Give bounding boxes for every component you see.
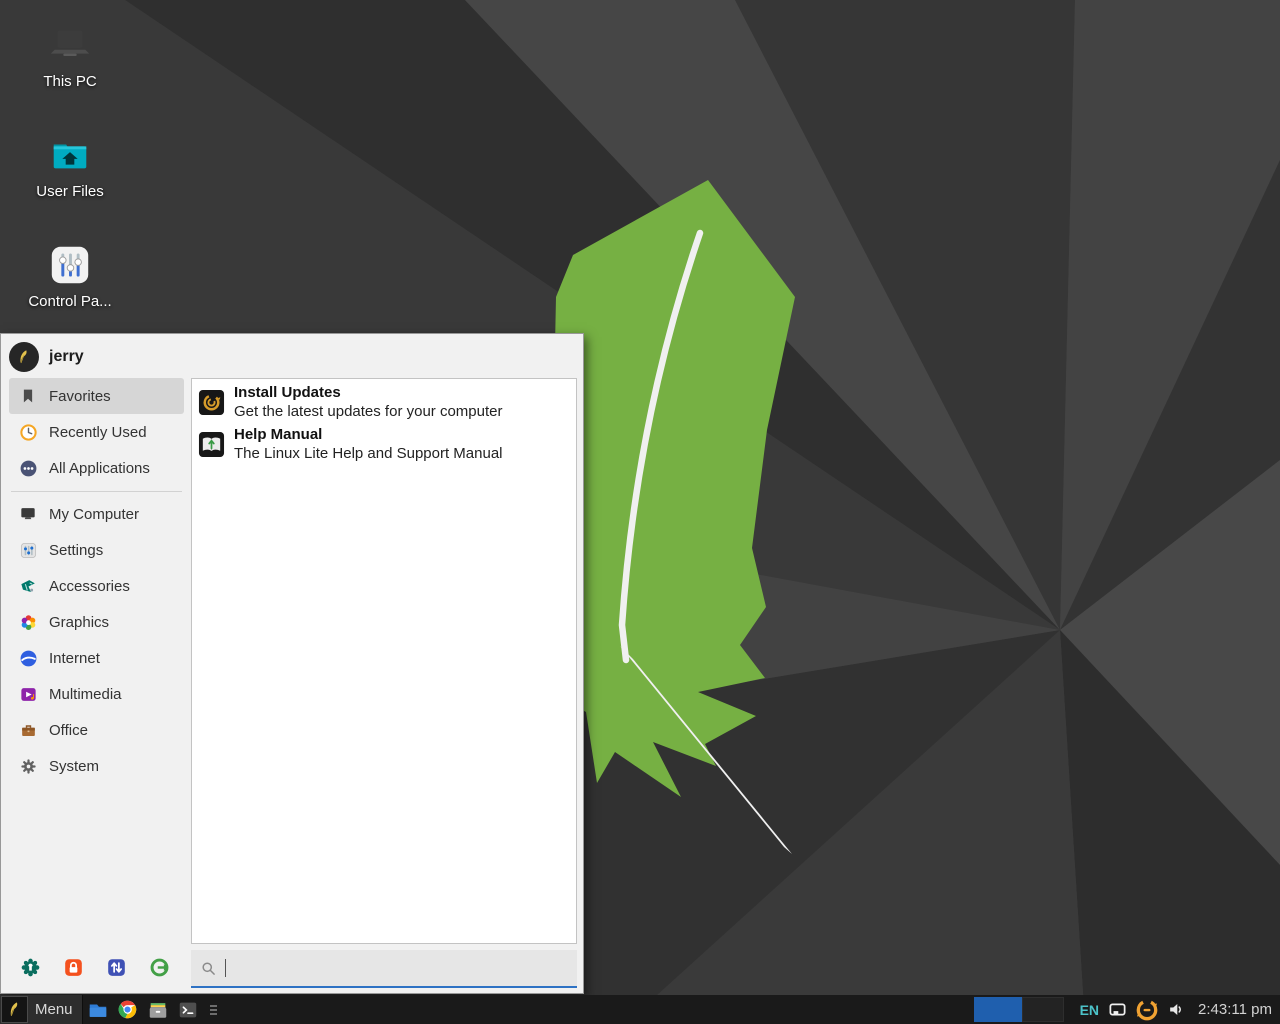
text-caret (225, 959, 226, 977)
sidebar-item-system[interactable]: System (9, 748, 184, 784)
menu-action-bar (11, 956, 179, 978)
lock-screen-button[interactable] (62, 956, 84, 978)
sidebar-item-label: All Applications (49, 460, 150, 477)
chrome-icon (117, 999, 138, 1020)
menu-header: jerry (9, 341, 84, 373)
favorites-icon (18, 386, 38, 406)
sidebar-item-internet[interactable]: Internet (9, 640, 184, 676)
my-computer-icon (18, 504, 38, 524)
search-icon (201, 961, 216, 976)
display-icon[interactable] (1108, 1000, 1127, 1019)
sidebar-item-label: Office (49, 722, 88, 739)
update-notifier-icon[interactable] (1136, 999, 1158, 1021)
username: jerry (49, 348, 84, 366)
sidebar-item-accessories[interactable]: Accessories (9, 568, 184, 604)
workspace-pager (974, 997, 1064, 1022)
sidebar-item-office[interactable]: Office (9, 712, 184, 748)
internet-icon (18, 648, 38, 668)
quit-icon (149, 957, 170, 978)
sidebar-item-label: Graphics (49, 614, 109, 631)
system-icon (18, 756, 38, 776)
sidebar-item-graphics[interactable]: Graphics (9, 604, 184, 640)
chrome-launcher[interactable] (115, 995, 141, 1024)
sidebar-item-my-computer[interactable]: My Computer (9, 496, 184, 532)
all-applications-icon (18, 458, 38, 478)
lock-screen-icon (63, 957, 84, 978)
file-manager-icon (87, 999, 109, 1021)
sidebar-item-label: Internet (49, 650, 100, 667)
system-tray: EN 2:43:11 pm (1080, 999, 1272, 1021)
graphics-icon (18, 612, 38, 632)
desktop-icon-label: User Files (22, 183, 118, 200)
settings-icon (18, 540, 38, 560)
help-manual-icon (198, 431, 225, 458)
sidebar-item-label: Accessories (49, 578, 130, 595)
sidebar-item-label: Favorites (49, 388, 111, 405)
taskbar: Menu (0, 995, 1280, 1024)
sidebar-separator (11, 491, 182, 492)
this-pc-icon (47, 22, 93, 68)
app-description: Get the latest updates for your computer (234, 402, 502, 421)
terminal-launcher[interactable] (175, 995, 201, 1024)
sidebar-item-label: Multimedia (49, 686, 122, 703)
archive-icon (147, 999, 169, 1021)
menu-button-label: Menu (35, 1001, 73, 1018)
desktop-icon-control-panel[interactable]: Control Pa... (22, 242, 118, 310)
terminal-icon (177, 999, 199, 1021)
desktop-icon-label: This PC (22, 73, 118, 90)
app-item-install-updates[interactable]: Install Updates Get the latest updates f… (198, 384, 570, 421)
app-item-help-manual[interactable]: Help Manual The Linux Lite Help and Supp… (198, 426, 570, 463)
install-updates-icon (198, 389, 225, 416)
user-avatar[interactable] (9, 342, 39, 372)
grip-icon[interactable] (207, 1005, 220, 1015)
settings-manager-button[interactable] (19, 956, 41, 978)
quit-button[interactable] (149, 956, 171, 978)
control-panel-icon (47, 242, 93, 288)
switch-user-button[interactable] (106, 956, 128, 978)
search-input[interactable] (235, 959, 567, 978)
menu-feather-box (1, 996, 28, 1023)
app-title: Help Manual (234, 426, 503, 444)
settings-manager-icon (20, 957, 41, 978)
recently-used-icon (18, 422, 38, 442)
sidebar-item-label: My Computer (49, 506, 139, 523)
desktop-icon-label: Control Pa... (22, 293, 118, 310)
sidebar-item-all-applications[interactable]: All Applications (9, 450, 184, 486)
desktop: This PC User Files Control Pa... (0, 0, 1280, 1024)
whisker-menu: jerry Favorites Recently Used (0, 333, 584, 994)
user-files-icon (47, 132, 93, 178)
workspace-active[interactable] (974, 997, 1022, 1022)
feather-icon (15, 348, 33, 366)
menu-results-panel: Install Updates Get the latest updates f… (191, 378, 577, 944)
app-description: The Linux Lite Help and Support Manual (234, 444, 503, 463)
language-indicator[interactable]: EN (1080, 1002, 1099, 1018)
sidebar-item-recently-used[interactable]: Recently Used (9, 414, 184, 450)
archive-launcher[interactable] (145, 995, 171, 1024)
office-icon (18, 720, 38, 740)
sidebar-item-multimedia[interactable]: Multimedia (9, 676, 184, 712)
menu-button[interactable]: Menu (0, 995, 83, 1024)
sidebar-item-label: System (49, 758, 99, 775)
clock[interactable]: 2:43:11 pm (1198, 1001, 1272, 1018)
search-bar[interactable] (191, 950, 577, 988)
sidebar-item-settings[interactable]: Settings (9, 532, 184, 568)
multimedia-icon (18, 684, 38, 704)
desktop-icon-this-pc[interactable]: This PC (22, 22, 118, 90)
menu-sidebar: Favorites Recently Used (9, 378, 184, 784)
feather-icon (5, 1000, 24, 1019)
workspace-inactive[interactable] (1022, 997, 1064, 1022)
accessories-icon (18, 576, 38, 596)
sidebar-item-label: Settings (49, 542, 103, 559)
volume-icon[interactable] (1167, 1000, 1186, 1019)
file-manager-launcher[interactable] (85, 995, 111, 1024)
app-title: Install Updates (234, 384, 502, 402)
sidebar-item-favorites[interactable]: Favorites (9, 378, 184, 414)
switch-user-icon (106, 957, 127, 978)
desktop-icon-user-files[interactable]: User Files (22, 132, 118, 200)
sidebar-item-label: Recently Used (49, 424, 147, 441)
